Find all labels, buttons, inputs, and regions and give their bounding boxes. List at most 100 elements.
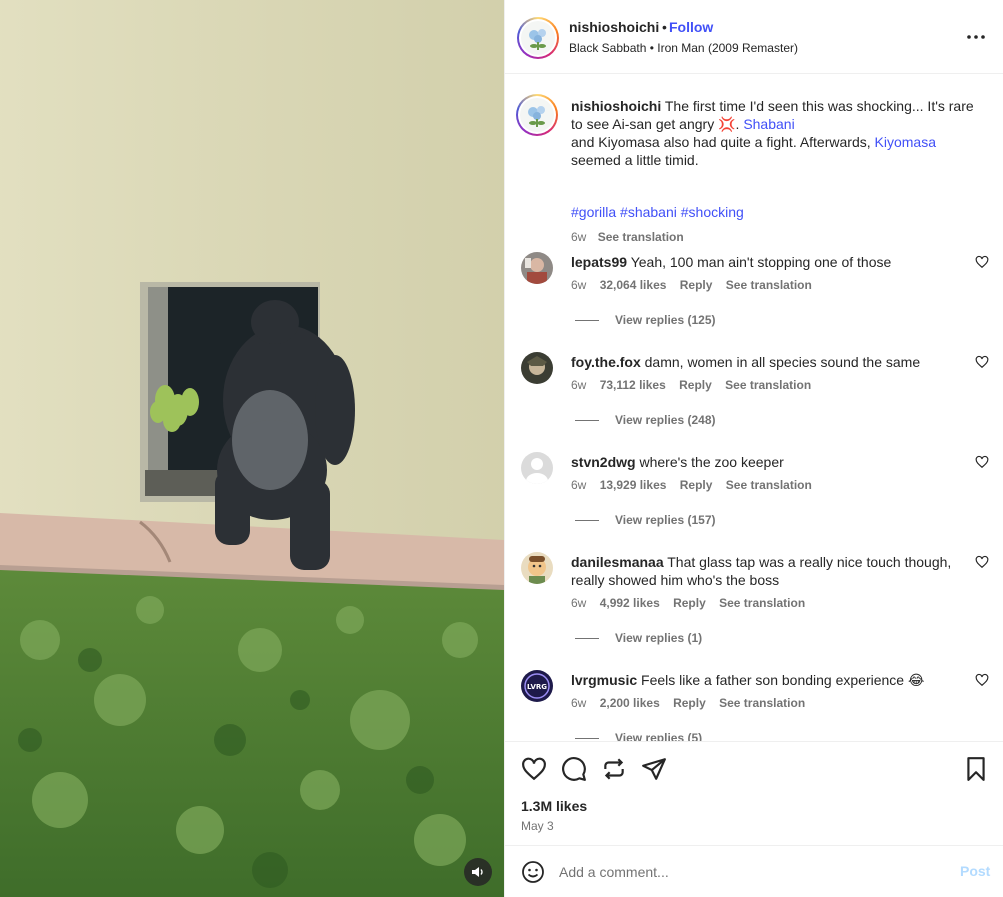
comment-likes[interactable]: 73,112 likes [600, 378, 666, 392]
reply-button[interactable]: Reply [673, 596, 706, 610]
reply-button[interactable]: Reply [680, 278, 713, 292]
caption-username[interactable]: nishioshoichi [571, 98, 661, 114]
view-replies-button[interactable]: View replies (248) [575, 413, 716, 427]
comment-heart-icon[interactable] [975, 255, 989, 269]
follow-button[interactable]: Follow [669, 19, 713, 35]
share-icon[interactable] [641, 756, 667, 782]
replies-line [575, 519, 599, 521]
post-sidebar: nishioshoichi • Follow Black Sabbath • I… [504, 0, 1003, 897]
comment-time: 6w [571, 596, 587, 610]
post-comment-button[interactable]: Post [960, 863, 990, 879]
view-replies-button[interactable]: View replies (1) [575, 631, 702, 645]
comment-item: lepats99 Yeah, 100 man ain't stopping on… [505, 251, 1003, 351]
reply-button[interactable]: Reply [679, 378, 712, 392]
see-translation-button[interactable]: See translation [726, 278, 812, 292]
reply-button[interactable]: Reply [673, 696, 706, 710]
video-frame [0, 0, 504, 897]
caption-meta: 6w See translation [571, 230, 684, 244]
caption-see-translation[interactable]: See translation [598, 230, 684, 244]
comments-list[interactable]: nishioshoichi The first time I'd seen th… [505, 75, 1003, 741]
view-replies-button[interactable]: View replies (157) [575, 513, 716, 527]
brand-logo-icon: LVRG [521, 670, 553, 702]
audio-attribution[interactable]: Black Sabbath • Iron Man (2009 Remaster) [569, 41, 798, 55]
comment-text: foy.the.fox damn, women in all species s… [571, 353, 961, 371]
commenter-avatar[interactable] [521, 352, 553, 384]
comment-item: foy.the.fox damn, women in all species s… [505, 351, 1003, 451]
bookmark-icon[interactable] [963, 756, 989, 782]
commenter-username[interactable]: stvn2dwg [571, 454, 636, 470]
comment-time: 6w [571, 378, 587, 392]
cartoon-avatar-icon [521, 552, 553, 584]
post-header: nishioshoichi • Follow Black Sabbath • I… [505, 0, 1003, 74]
caption-hashtags[interactable]: #gorilla #shabani #shocking [571, 204, 744, 220]
caption-time: 6w [571, 230, 587, 244]
replies-line [575, 319, 599, 321]
repost-icon[interactable] [601, 756, 627, 782]
replies-line [575, 737, 599, 739]
comment-body: Feels like a father son bonding experien… [641, 672, 925, 688]
author-username[interactable]: nishioshoichi [569, 19, 659, 35]
more-options-button[interactable] [965, 26, 987, 48]
comment-heart-icon[interactable] [975, 555, 989, 569]
mention-kiyomasa[interactable]: Kiyomasa [875, 134, 936, 150]
commenter-avatar[interactable] [521, 552, 553, 584]
comment-text: stvn2dwg where's the zoo keeper [571, 453, 961, 471]
ellipsis-icon [967, 35, 985, 39]
comment-likes[interactable]: 2,200 likes [600, 696, 660, 710]
view-replies-label: View replies (248) [615, 413, 716, 427]
commenter-username[interactable]: foy.the.fox [571, 354, 641, 370]
comment-likes[interactable]: 4,992 likes [600, 596, 660, 610]
like-heart-icon[interactable] [521, 756, 547, 782]
replies-line [575, 637, 599, 639]
view-replies-label: View replies (125) [615, 313, 716, 327]
mention-shabani[interactable]: Shabani [743, 116, 794, 132]
commenter-avatar[interactable] [521, 252, 553, 284]
view-replies-label: View replies (157) [615, 513, 716, 527]
post-actions: 1.3M likes May 3 [505, 741, 1003, 845]
view-replies-button[interactable]: View replies (5) [575, 731, 702, 741]
emoji-icon[interactable] [521, 860, 545, 884]
comment-body: Yeah, 100 man ain't stopping one of thos… [630, 254, 892, 270]
commenter-avatar[interactable]: LVRG [521, 670, 553, 702]
replies-line [575, 419, 599, 421]
see-translation-button[interactable]: See translation [725, 378, 811, 392]
commenter-username[interactable]: lepats99 [571, 254, 627, 270]
audio-toggle-button[interactable] [464, 858, 492, 886]
default-avatar-icon [521, 452, 553, 484]
comment-likes[interactable]: 13,929 likes [600, 478, 667, 492]
comment-bubble-icon[interactable] [561, 756, 587, 782]
caption-avatar[interactable] [516, 94, 558, 136]
caption-text-4: seemed a little timid. [571, 152, 699, 168]
comment-meta: 6w 32,064 likes Reply See translation [571, 278, 822, 292]
comment-item: danilesmanaa That glass tap was a really… [505, 551, 1003, 669]
comment-time: 6w [571, 478, 587, 492]
comment-text: lvrgmusic Feels like a father son bondin… [571, 671, 961, 689]
comment-heart-icon[interactable] [975, 455, 989, 469]
post-date[interactable]: May 3 [521, 819, 554, 833]
view-replies-button[interactable]: View replies (125) [575, 313, 716, 327]
commenter-username[interactable]: danilesmanaa [571, 554, 664, 570]
comment-meta: 6w 73,112 likes Reply See translation [571, 378, 821, 392]
caption-text-2: . [735, 116, 740, 132]
author-avatar[interactable] [517, 17, 559, 59]
header-separator: • [662, 19, 667, 35]
svg-text:LVRG: LVRG [527, 683, 547, 691]
see-translation-button[interactable]: See translation [719, 596, 805, 610]
comment-heart-icon[interactable] [975, 355, 989, 369]
comment-heart-icon[interactable] [975, 673, 989, 687]
post-video[interactable] [0, 0, 504, 897]
comment-meta: 6w 4,992 likes Reply See translation [571, 596, 815, 610]
caption-text: nishioshoichi The first time I'd seen th… [571, 97, 985, 169]
post-dialog: nishioshoichi • Follow Black Sabbath • I… [0, 0, 1003, 897]
see-translation-button[interactable]: See translation [719, 696, 805, 710]
comment-meta: 6w 2,200 likes Reply See translation [571, 696, 815, 710]
comment-likes[interactable]: 32,064 likes [600, 278, 667, 292]
flower-icon [529, 29, 546, 50]
user-photo-icon [521, 252, 553, 284]
reply-button[interactable]: Reply [680, 478, 713, 492]
commenter-avatar[interactable] [521, 452, 553, 484]
commenter-username[interactable]: lvrgmusic [571, 672, 637, 688]
see-translation-button[interactable]: See translation [726, 478, 812, 492]
comment-input[interactable] [559, 860, 939, 884]
likes-count[interactable]: 1.3M likes [521, 798, 587, 814]
